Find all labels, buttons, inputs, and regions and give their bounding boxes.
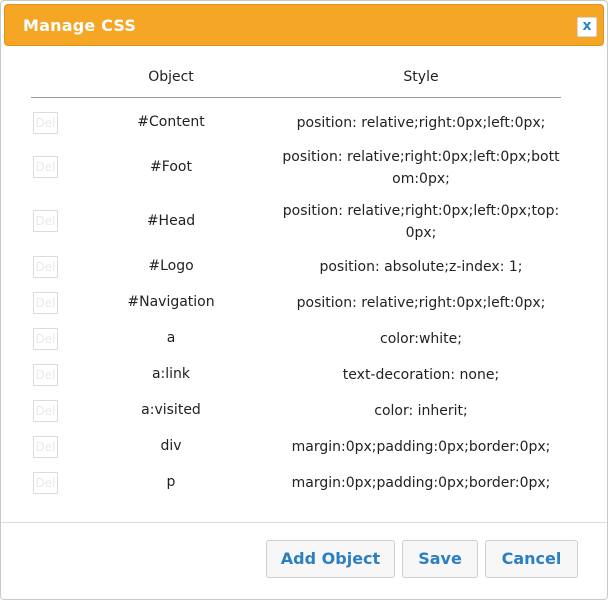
del-button[interactable]: Del <box>33 364 58 386</box>
style-cell: position: relative;right:0px;left:0px;to… <box>282 203 560 241</box>
save-button[interactable]: Save <box>402 540 478 578</box>
style-cell: position: relative;right:0px;left:0px; <box>296 295 546 311</box>
style-cell: text-decoration: none; <box>342 367 500 383</box>
object-cell: div <box>160 438 182 454</box>
object-cell: #Head <box>146 213 196 229</box>
object-cell: a <box>166 330 176 346</box>
object-cell: #Foot <box>150 159 192 175</box>
cancel-button[interactable]: Cancel <box>485 540 578 578</box>
object-cell: a:link <box>151 366 191 382</box>
style-cell: margin:0px;padding:0px;border:0px; <box>291 439 551 455</box>
column-header-style: Style <box>403 69 439 85</box>
table-row: Del a:visited color: inherit; <box>31 400 561 424</box>
close-icon[interactable]: x <box>577 17 597 37</box>
manage-css-dialog: Manage CSS x Object Style Del #Content p… <box>0 0 608 600</box>
table-row: Del #Foot position: relative;right:0px;l… <box>31 146 561 192</box>
style-cell: position: relative;right:0px;left:0px;bo… <box>282 149 560 187</box>
del-button[interactable]: Del <box>33 436 58 458</box>
table-row: Del div margin:0px;padding:0px;border:0p… <box>31 436 561 460</box>
object-cell: a:visited <box>141 402 201 418</box>
footer-divider <box>1 522 607 523</box>
del-button[interactable]: Del <box>33 328 58 350</box>
column-header-object: Object <box>148 69 194 85</box>
del-button[interactable]: Del <box>33 472 58 494</box>
del-button[interactable]: Del <box>33 112 58 134</box>
table-row: Del a:link text-decoration: none; <box>31 364 561 388</box>
object-cell: #Logo <box>148 258 194 274</box>
table-row: Del #Content position: relative;right:0p… <box>31 112 561 136</box>
table-row: Del #Navigation position: relative;right… <box>31 292 561 316</box>
table-row: Del p margin:0px;padding:0px;border:0px; <box>31 472 561 496</box>
del-button[interactable]: Del <box>33 156 58 178</box>
dialog-title: Manage CSS <box>23 16 137 35</box>
table-header: Object Style <box>31 59 561 98</box>
style-cell: color: inherit; <box>374 403 468 419</box>
style-cell: position: absolute;z-index: 1; <box>319 259 523 275</box>
dialog-titlebar: Manage CSS x <box>4 4 604 46</box>
object-cell: #Navigation <box>127 294 215 310</box>
table-row: Del a color:white; <box>31 328 561 352</box>
style-cell: position: relative;right:0px;left:0px; <box>296 115 546 131</box>
object-cell: #Content <box>137 114 205 130</box>
del-button[interactable]: Del <box>33 256 58 278</box>
style-cell: margin:0px;padding:0px;border:0px; <box>291 475 551 491</box>
table-row: Del #Logo position: absolute;z-index: 1; <box>31 256 561 280</box>
css-table: Object Style Del #Content position: rela… <box>31 59 561 494</box>
style-cell: color:white; <box>380 331 462 347</box>
add-object-button[interactable]: Add Object <box>266 540 395 578</box>
table-row: Del #Head position: relative;right:0px;l… <box>31 200 561 246</box>
del-button[interactable]: Del <box>33 400 58 422</box>
del-button[interactable]: Del <box>33 210 58 232</box>
del-button[interactable]: Del <box>33 292 58 314</box>
object-cell: p <box>166 474 176 490</box>
